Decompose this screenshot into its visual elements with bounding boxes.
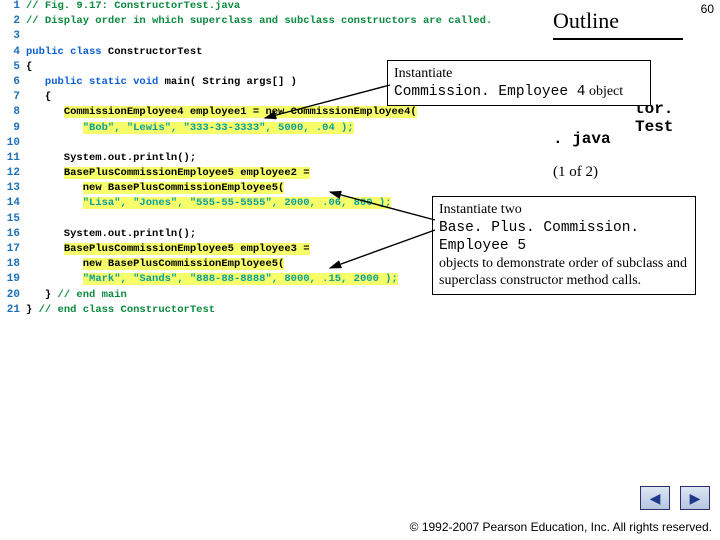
callout-code: Base. Plus. Commission. Employee 5 (439, 220, 639, 254)
code-line: 4public class ConstructorTest (0, 46, 430, 61)
code-line: 18 new BasePlusCommissionEmployee5( (0, 258, 430, 273)
code-line: 12 BasePlusCommissionEmployee5 employee2… (0, 167, 430, 182)
code-line: 13 new BasePlusCommissionEmployee5( (0, 182, 430, 197)
code-line: 20 } // end main (0, 289, 430, 304)
prev-button[interactable]: ◀ (640, 486, 670, 510)
outline-heading: Outline (553, 4, 683, 40)
partial-title-java: . java (553, 130, 611, 148)
code-listing: 1// Fig. 9.17: ConstructorTest.java 2// … (0, 0, 430, 350)
code-line: 1// Fig. 9.17: ConstructorTest.java (0, 0, 430, 15)
slide-root: 60 Outline tor. Test . java (1 of 2) 1//… (0, 0, 720, 540)
callout-instantiate-ce4: Instantiate Commission. Employee 4 objec… (387, 60, 651, 106)
callout-text: object (585, 84, 623, 99)
page-indicator: (1 of 2) (553, 164, 598, 181)
code-line: 16 System.out.println(); (0, 228, 430, 243)
code-line: 10 (0, 137, 430, 152)
callout-text: objects to demonstrate order of subclass… (439, 256, 687, 289)
code-line: 21} // end class ConstructorTest (0, 304, 430, 319)
callout-code: Commission. Employee 4 (394, 84, 585, 100)
code-line: 8 CommissionEmployee4 employee1 = new Co… (0, 106, 430, 121)
next-button[interactable]: ▶ (680, 486, 710, 510)
code-line: 7 { (0, 91, 430, 106)
callout-text: Instantiate two (439, 202, 522, 217)
callout-instantiate-bpce5: Instantiate two Base. Plus. Commission. … (432, 196, 696, 295)
code-line: 9 "Bob", "Lewis", "333-33-3333", 5000, .… (0, 122, 430, 137)
code-line: 15 (0, 213, 430, 228)
code-line: 6 public static void main( String args[]… (0, 76, 430, 91)
code-line: 19 "Mark", "Sands", "888-88-8888", 8000,… (0, 273, 430, 288)
code-line: 5{ (0, 61, 430, 76)
copyright-footer: © 1992-2007 Pearson Education, Inc. All … (410, 520, 712, 534)
code-line: 17 BasePlusCommissionEmployee5 employee3… (0, 243, 430, 258)
code-line: 14 "Lisa", "Jones", "555-55-5555", 2000,… (0, 197, 430, 212)
page-number: 60 (701, 2, 714, 16)
callout-text: Instantiate (394, 66, 452, 81)
code-line: 2// Display order in which superclass an… (0, 15, 430, 30)
code-line: 11 System.out.println(); (0, 152, 430, 167)
triangle-right-icon: ▶ (690, 490, 701, 507)
code-line: 3 (0, 30, 430, 45)
nav-buttons: ◀ ▶ (640, 486, 710, 510)
triangle-left-icon: ◀ (650, 490, 661, 507)
